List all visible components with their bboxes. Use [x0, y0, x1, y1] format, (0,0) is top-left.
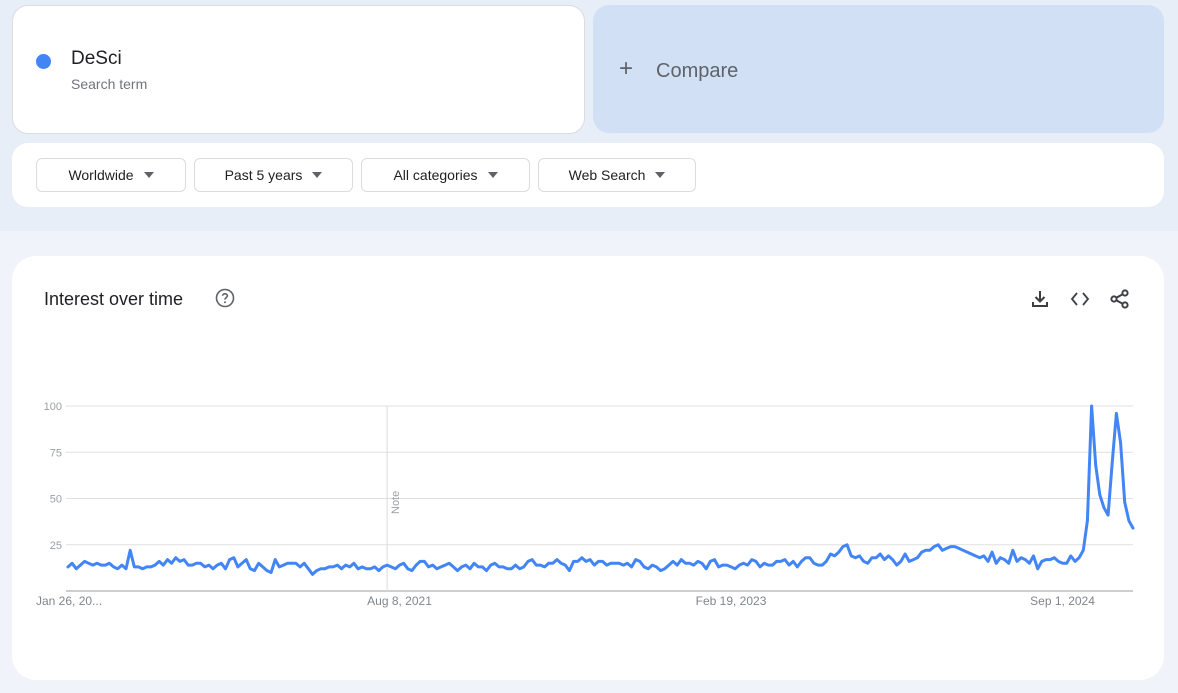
dropdown-caret-icon	[487, 172, 498, 178]
search-term-name: DeSci	[71, 48, 122, 69]
filter-category-label: All categories	[393, 167, 478, 183]
search-term-subtitle: Search term	[71, 76, 148, 92]
search-term-card[interactable]: DeSci Search term	[12, 5, 585, 134]
plus-icon: +	[619, 55, 634, 82]
filter-category[interactable]: All categories	[361, 158, 530, 192]
compare-button[interactable]: + Compare	[593, 5, 1164, 133]
dropdown-caret-icon	[312, 172, 323, 178]
y-tick-label-50: 50	[50, 494, 62, 506]
x-tick-label: Aug 8, 2021	[367, 594, 432, 608]
dropdown-caret-icon	[143, 172, 154, 178]
filter-search-type-label: Web Search	[568, 167, 646, 183]
x-tick-label: Jan 26, 20...	[36, 594, 102, 608]
filter-location-label: Worldwide	[68, 167, 134, 183]
filter-time-range[interactable]: Past 5 years	[194, 158, 353, 192]
term-color-dot	[36, 54, 51, 69]
interest-line-chart: 25 50 75 100 Note Jan 26, 20... Aug 8, 2021 Feb…	[36, 401, 1135, 608]
y-tick-label-25: 25	[50, 540, 62, 552]
interest-over-time-card: Interest over time 25 50 75 100 Note Jan 26, …	[12, 256, 1164, 680]
x-tick-label: Feb 19, 2023	[696, 594, 767, 608]
filters-bar: Worldwide Past 5 years All categories We…	[12, 143, 1164, 207]
y-tick-label-100: 100	[44, 401, 62, 413]
y-tick-label-75: 75	[50, 447, 62, 459]
series-line-desci	[66, 404, 1135, 576]
filter-time-range-label: Past 5 years	[224, 167, 303, 183]
filter-location[interactable]: Worldwide	[36, 158, 186, 192]
x-tick-label: Sep 1, 2024	[1030, 594, 1095, 608]
note-marker-label: Note	[390, 491, 402, 514]
compare-label: Compare	[656, 60, 739, 82]
dropdown-caret-icon	[655, 172, 666, 178]
filter-search-type[interactable]: Web Search	[538, 158, 696, 192]
